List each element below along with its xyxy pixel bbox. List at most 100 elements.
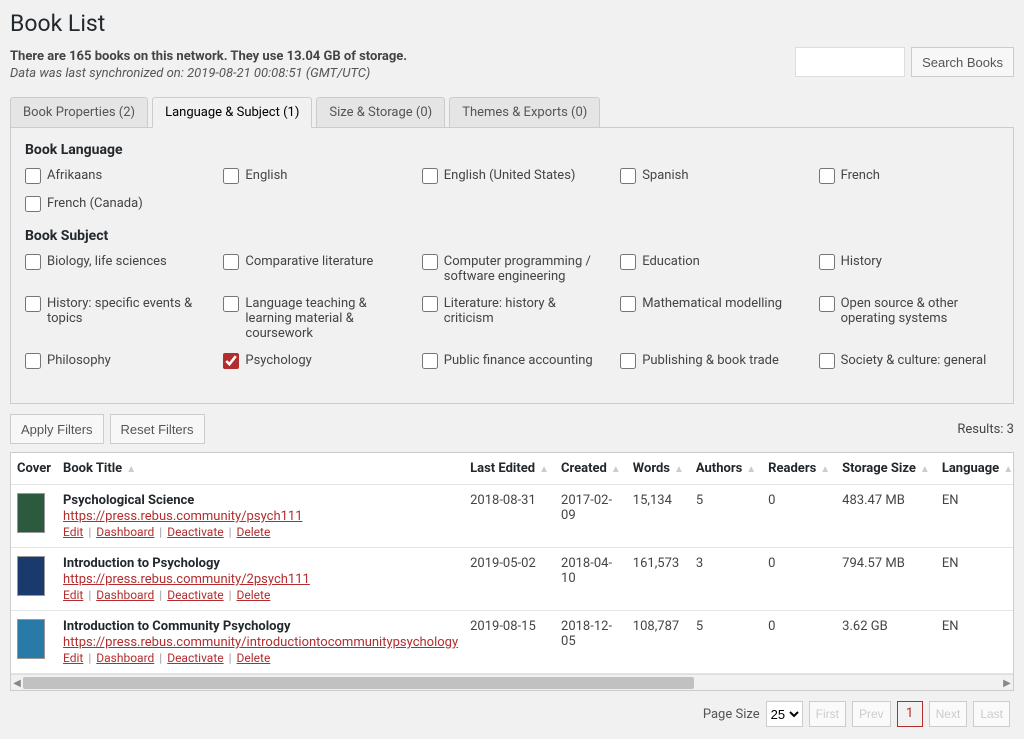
tabs: Book Properties (2)Language & Subject (1… (10, 97, 1014, 128)
subject-item[interactable]: Psychology (223, 353, 403, 369)
subject-item[interactable]: History (819, 254, 999, 284)
language-checkbox[interactable] (25, 168, 41, 184)
language-label: Afrikaans (47, 168, 102, 183)
search-input[interactable] (795, 47, 905, 77)
col-words[interactable]: Words▲ (627, 453, 690, 485)
last-page-button[interactable]: Last (973, 701, 1010, 727)
language-item[interactable]: English (United States) (422, 168, 602, 184)
subject-item[interactable]: Open source & other operating systems (819, 296, 999, 341)
language-item[interactable]: French (819, 168, 999, 184)
cell-authors: 5 (690, 485, 762, 548)
deactivate-link[interactable]: Deactivate (167, 651, 223, 665)
subject-item[interactable]: Publishing & book trade (620, 353, 800, 369)
subject-checkbox[interactable] (819, 296, 835, 312)
subject-checkbox[interactable] (223, 254, 239, 270)
subject-checkbox[interactable] (620, 254, 636, 270)
reset-filters-button[interactable]: Reset Filters (110, 414, 205, 444)
tab[interactable]: Book Properties (2) (10, 97, 148, 128)
subject-item[interactable]: Philosophy (25, 353, 205, 369)
language-item[interactable]: Spanish (620, 168, 800, 184)
scroll-thumb[interactable] (23, 677, 694, 689)
subject-item[interactable]: Literature: history & criticism (422, 296, 602, 341)
sort-icon: ▲ (820, 464, 830, 475)
tab[interactable]: Language & Subject (1) (152, 97, 312, 128)
deactivate-link[interactable]: Deactivate (167, 588, 223, 602)
col-cover[interactable]: Cover (11, 453, 57, 485)
dashboard-link[interactable]: Dashboard (96, 651, 154, 665)
book-cover[interactable] (17, 619, 45, 659)
subject-item[interactable]: Society & culture: general (819, 353, 999, 369)
col-readers[interactable]: Readers▲ (762, 453, 836, 485)
subject-label: Computer programming / software engineer… (444, 254, 602, 284)
language-checkbox[interactable] (422, 168, 438, 184)
cell-created: 2017-02-09 (555, 485, 627, 548)
subject-item[interactable]: Language teaching & learning material & … (223, 296, 403, 341)
scroll-left-icon[interactable]: ◀ (11, 676, 23, 690)
language-item[interactable]: English (223, 168, 403, 184)
subject-checkbox[interactable] (25, 254, 41, 270)
horizontal-scrollbar[interactable]: ◀ ▶ (11, 674, 1013, 690)
subject-checkbox[interactable] (620, 296, 636, 312)
delete-link[interactable]: Delete (237, 525, 271, 539)
subject-checkbox[interactable] (819, 254, 835, 270)
apply-filters-button[interactable]: Apply Filters (10, 414, 104, 444)
subject-item[interactable]: Biology, life sciences (25, 254, 205, 284)
subject-checkbox[interactable] (819, 353, 835, 369)
tab[interactable]: Themes & Exports (0) (449, 97, 600, 128)
prev-page-button[interactable]: Prev (852, 701, 891, 727)
dashboard-link[interactable]: Dashboard (96, 588, 154, 602)
col-last-edited[interactable]: Last Edited▲ (464, 453, 555, 485)
deactivate-link[interactable]: Deactivate (167, 525, 223, 539)
tab[interactable]: Size & Storage (0) (316, 97, 445, 128)
book-url-link[interactable]: https://press.rebus.community/introducti… (63, 635, 458, 650)
table-row: Introduction to Community Psychologyhttp… (11, 611, 1014, 674)
edit-link[interactable]: Edit (63, 588, 83, 602)
delete-link[interactable]: Delete (237, 588, 271, 602)
language-checkbox[interactable] (223, 168, 239, 184)
language-checkbox[interactable] (620, 168, 636, 184)
language-item[interactable]: French (Canada) (25, 196, 205, 212)
edit-link[interactable]: Edit (63, 651, 83, 665)
subject-item[interactable]: Education (620, 254, 800, 284)
col-created[interactable]: Created▲ (555, 453, 627, 485)
subject-checkbox[interactable] (422, 296, 438, 312)
subject-checkbox[interactable] (422, 254, 438, 270)
col-storage[interactable]: Storage Size▲ (836, 453, 936, 485)
subject-checkbox[interactable] (620, 353, 636, 369)
subject-checkbox[interactable] (25, 353, 41, 369)
scroll-right-icon[interactable]: ▶ (1001, 676, 1013, 690)
separator: | (226, 651, 235, 665)
next-page-button[interactable]: Next (929, 701, 968, 727)
book-cover[interactable] (17, 556, 45, 596)
col-title[interactable]: Book Title▲ (57, 453, 464, 485)
edit-link[interactable]: Edit (63, 525, 83, 539)
subject-item[interactable]: History: specific events & topics (25, 296, 205, 341)
subject-checkbox[interactable] (25, 296, 41, 312)
language-checkbox[interactable] (819, 168, 835, 184)
subject-checkbox[interactable] (223, 353, 239, 369)
subject-item[interactable]: Computer programming / software engineer… (422, 254, 602, 284)
search-books-button[interactable]: Search Books (911, 47, 1014, 77)
subject-item[interactable]: Mathematical modelling (620, 296, 800, 341)
subject-label: Language teaching & learning material & … (245, 296, 403, 341)
first-page-button[interactable]: First (809, 701, 846, 727)
col-authors[interactable]: Authors▲ (690, 453, 762, 485)
subject-item[interactable]: Comparative literature (223, 254, 403, 284)
page-size-select[interactable]: 25 (766, 701, 803, 727)
language-checkbox[interactable] (25, 196, 41, 212)
book-url-link[interactable]: https://press.rebus.community/2psych111 (63, 572, 458, 587)
subject-checkbox[interactable] (422, 353, 438, 369)
delete-link[interactable]: Delete (237, 651, 271, 665)
book-title: Introduction to Community Psychology (63, 619, 458, 634)
book-url-link[interactable]: https://press.rebus.community/psych111 (63, 509, 458, 524)
col-language[interactable]: Language▲ (936, 453, 1014, 485)
subject-checkbox[interactable] (223, 296, 239, 312)
subject-label: Society & culture: general (841, 353, 987, 368)
book-cover[interactable] (17, 493, 45, 533)
dashboard-link[interactable]: Dashboard (96, 525, 154, 539)
subject-label: Philosophy (47, 353, 111, 368)
table-row: Introduction to Psychologyhttps://press.… (11, 548, 1014, 611)
subject-item[interactable]: Public finance accounting (422, 353, 602, 369)
language-item[interactable]: Afrikaans (25, 168, 205, 184)
subject-label: Public finance accounting (444, 353, 593, 368)
